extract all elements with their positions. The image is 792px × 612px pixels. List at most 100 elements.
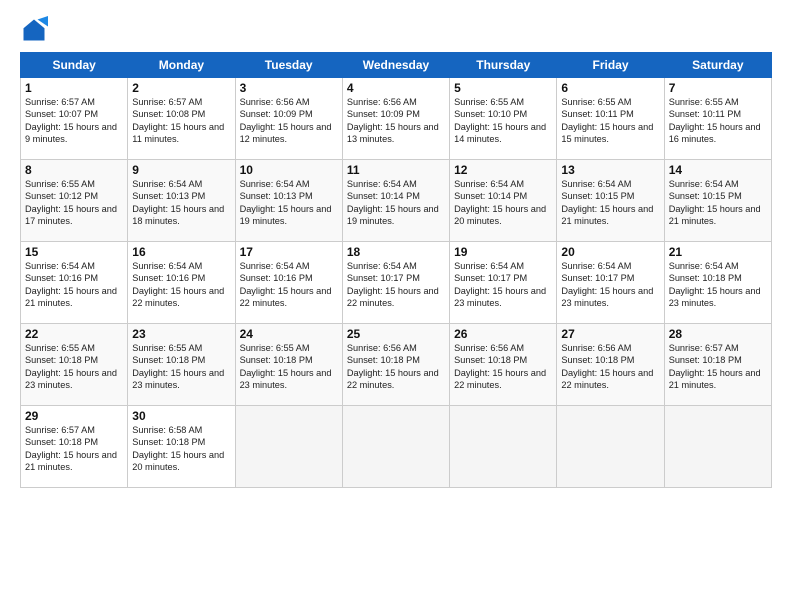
day-number: 29 xyxy=(25,409,123,423)
day-info: Sunrise: 6:55 AMSunset: 10:12 PMDaylight… xyxy=(25,178,123,228)
day-info: Sunrise: 6:56 AMSunset: 10:09 PMDaylight… xyxy=(347,96,445,146)
day-info: Sunrise: 6:54 AMSunset: 10:13 PMDaylight… xyxy=(132,178,230,228)
day-info: Sunrise: 6:56 AMSunset: 10:18 PMDaylight… xyxy=(347,342,445,392)
header xyxy=(20,16,772,44)
calendar-day-cell: 11Sunrise: 6:54 AMSunset: 10:14 PMDaylig… xyxy=(342,160,449,242)
day-info: Sunrise: 6:54 AMSunset: 10:14 PMDaylight… xyxy=(454,178,552,228)
weekday-header: Monday xyxy=(128,53,235,78)
day-number: 26 xyxy=(454,327,552,341)
calendar-day-cell: 2Sunrise: 6:57 AMSunset: 10:08 PMDayligh… xyxy=(128,78,235,160)
day-info: Sunrise: 6:57 AMSunset: 10:08 PMDaylight… xyxy=(132,96,230,146)
calendar-day-cell: 18Sunrise: 6:54 AMSunset: 10:17 PMDaylig… xyxy=(342,242,449,324)
day-info: Sunrise: 6:57 AMSunset: 10:07 PMDaylight… xyxy=(25,96,123,146)
day-number: 17 xyxy=(240,245,338,259)
calendar-week-row: 29Sunrise: 6:57 AMSunset: 10:18 PMDaylig… xyxy=(21,406,772,488)
day-info: Sunrise: 6:54 AMSunset: 10:16 PMDaylight… xyxy=(240,260,338,310)
calendar-day-cell: 28Sunrise: 6:57 AMSunset: 10:18 PMDaylig… xyxy=(664,324,771,406)
calendar-day-cell: 14Sunrise: 6:54 AMSunset: 10:15 PMDaylig… xyxy=(664,160,771,242)
calendar-day-cell: 27Sunrise: 6:56 AMSunset: 10:18 PMDaylig… xyxy=(557,324,664,406)
day-number: 22 xyxy=(25,327,123,341)
day-number: 19 xyxy=(454,245,552,259)
day-info: Sunrise: 6:54 AMSunset: 10:15 PMDaylight… xyxy=(561,178,659,228)
calendar-day-cell xyxy=(450,406,557,488)
day-info: Sunrise: 6:58 AMSunset: 10:18 PMDaylight… xyxy=(132,424,230,474)
page: SundayMondayTuesdayWednesdayThursdayFrid… xyxy=(0,0,792,612)
day-number: 16 xyxy=(132,245,230,259)
calendar-day-cell xyxy=(235,406,342,488)
day-number: 21 xyxy=(669,245,767,259)
day-info: Sunrise: 6:55 AMSunset: 10:10 PMDaylight… xyxy=(454,96,552,146)
day-number: 1 xyxy=(25,81,123,95)
day-info: Sunrise: 6:54 AMSunset: 10:18 PMDaylight… xyxy=(669,260,767,310)
calendar-day-cell: 6Sunrise: 6:55 AMSunset: 10:11 PMDayligh… xyxy=(557,78,664,160)
day-info: Sunrise: 6:55 AMSunset: 10:18 PMDaylight… xyxy=(25,342,123,392)
logo xyxy=(20,16,52,44)
day-number: 13 xyxy=(561,163,659,177)
weekday-header: Thursday xyxy=(450,53,557,78)
calendar-day-cell: 20Sunrise: 6:54 AMSunset: 10:17 PMDaylig… xyxy=(557,242,664,324)
day-info: Sunrise: 6:54 AMSunset: 10:17 PMDaylight… xyxy=(454,260,552,310)
calendar-day-cell: 23Sunrise: 6:55 AMSunset: 10:18 PMDaylig… xyxy=(128,324,235,406)
calendar-week-row: 22Sunrise: 6:55 AMSunset: 10:18 PMDaylig… xyxy=(21,324,772,406)
day-info: Sunrise: 6:54 AMSunset: 10:17 PMDaylight… xyxy=(561,260,659,310)
calendar-day-cell: 25Sunrise: 6:56 AMSunset: 10:18 PMDaylig… xyxy=(342,324,449,406)
day-info: Sunrise: 6:54 AMSunset: 10:13 PMDaylight… xyxy=(240,178,338,228)
calendar-day-cell xyxy=(342,406,449,488)
calendar-day-cell: 4Sunrise: 6:56 AMSunset: 10:09 PMDayligh… xyxy=(342,78,449,160)
day-number: 12 xyxy=(454,163,552,177)
day-info: Sunrise: 6:57 AMSunset: 10:18 PMDaylight… xyxy=(25,424,123,474)
calendar-day-cell: 26Sunrise: 6:56 AMSunset: 10:18 PMDaylig… xyxy=(450,324,557,406)
day-number: 24 xyxy=(240,327,338,341)
weekday-header: Sunday xyxy=(21,53,128,78)
calendar-day-cell xyxy=(557,406,664,488)
weekday-header: Saturday xyxy=(664,53,771,78)
day-number: 8 xyxy=(25,163,123,177)
day-number: 25 xyxy=(347,327,445,341)
weekday-header: Friday xyxy=(557,53,664,78)
day-info: Sunrise: 6:55 AMSunset: 10:11 PMDaylight… xyxy=(669,96,767,146)
calendar-day-cell xyxy=(664,406,771,488)
calendar-day-cell: 8Sunrise: 6:55 AMSunset: 10:12 PMDayligh… xyxy=(21,160,128,242)
day-number: 14 xyxy=(669,163,767,177)
weekday-header: Wednesday xyxy=(342,53,449,78)
day-number: 27 xyxy=(561,327,659,341)
calendar-week-row: 8Sunrise: 6:55 AMSunset: 10:12 PMDayligh… xyxy=(21,160,772,242)
day-number: 5 xyxy=(454,81,552,95)
day-number: 3 xyxy=(240,81,338,95)
weekday-header-row: SundayMondayTuesdayWednesdayThursdayFrid… xyxy=(21,53,772,78)
calendar-day-cell: 16Sunrise: 6:54 AMSunset: 10:16 PMDaylig… xyxy=(128,242,235,324)
calendar-week-row: 15Sunrise: 6:54 AMSunset: 10:16 PMDaylig… xyxy=(21,242,772,324)
calendar-table: SundayMondayTuesdayWednesdayThursdayFrid… xyxy=(20,52,772,488)
day-info: Sunrise: 6:54 AMSunset: 10:16 PMDaylight… xyxy=(25,260,123,310)
calendar-day-cell: 10Sunrise: 6:54 AMSunset: 10:13 PMDaylig… xyxy=(235,160,342,242)
calendar-day-cell: 22Sunrise: 6:55 AMSunset: 10:18 PMDaylig… xyxy=(21,324,128,406)
day-info: Sunrise: 6:54 AMSunset: 10:16 PMDaylight… xyxy=(132,260,230,310)
calendar-day-cell: 3Sunrise: 6:56 AMSunset: 10:09 PMDayligh… xyxy=(235,78,342,160)
day-number: 30 xyxy=(132,409,230,423)
calendar-day-cell: 21Sunrise: 6:54 AMSunset: 10:18 PMDaylig… xyxy=(664,242,771,324)
day-info: Sunrise: 6:56 AMSunset: 10:18 PMDaylight… xyxy=(454,342,552,392)
calendar-day-cell: 7Sunrise: 6:55 AMSunset: 10:11 PMDayligh… xyxy=(664,78,771,160)
day-info: Sunrise: 6:57 AMSunset: 10:18 PMDaylight… xyxy=(669,342,767,392)
day-number: 7 xyxy=(669,81,767,95)
calendar-day-cell: 5Sunrise: 6:55 AMSunset: 10:10 PMDayligh… xyxy=(450,78,557,160)
day-info: Sunrise: 6:56 AMSunset: 10:18 PMDaylight… xyxy=(561,342,659,392)
calendar-day-cell: 17Sunrise: 6:54 AMSunset: 10:16 PMDaylig… xyxy=(235,242,342,324)
day-number: 23 xyxy=(132,327,230,341)
logo-icon xyxy=(20,16,48,44)
calendar-day-cell: 30Sunrise: 6:58 AMSunset: 10:18 PMDaylig… xyxy=(128,406,235,488)
day-number: 20 xyxy=(561,245,659,259)
day-number: 15 xyxy=(25,245,123,259)
weekday-header: Tuesday xyxy=(235,53,342,78)
day-info: Sunrise: 6:54 AMSunset: 10:14 PMDaylight… xyxy=(347,178,445,228)
calendar-day-cell: 29Sunrise: 6:57 AMSunset: 10:18 PMDaylig… xyxy=(21,406,128,488)
day-number: 2 xyxy=(132,81,230,95)
day-info: Sunrise: 6:55 AMSunset: 10:18 PMDaylight… xyxy=(240,342,338,392)
day-number: 6 xyxy=(561,81,659,95)
calendar-week-row: 1Sunrise: 6:57 AMSunset: 10:07 PMDayligh… xyxy=(21,78,772,160)
day-info: Sunrise: 6:56 AMSunset: 10:09 PMDaylight… xyxy=(240,96,338,146)
day-number: 9 xyxy=(132,163,230,177)
day-number: 18 xyxy=(347,245,445,259)
calendar-day-cell: 13Sunrise: 6:54 AMSunset: 10:15 PMDaylig… xyxy=(557,160,664,242)
calendar-day-cell: 24Sunrise: 6:55 AMSunset: 10:18 PMDaylig… xyxy=(235,324,342,406)
